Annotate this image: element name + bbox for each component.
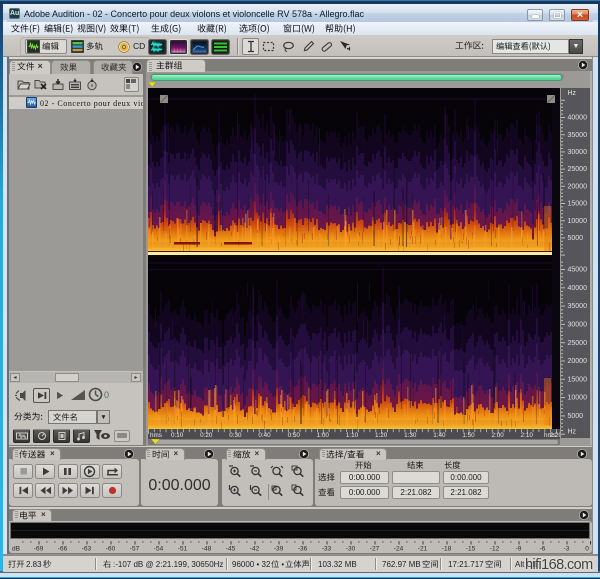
svg-text:-57: -57 xyxy=(129,545,139,552)
svg-text:-6: -6 xyxy=(539,545,545,552)
svg-text:10000: 10000 xyxy=(567,395,587,402)
svg-text:35000: 35000 xyxy=(567,132,587,139)
svg-text:20000: 20000 xyxy=(567,358,587,365)
svg-text:-69: -69 xyxy=(33,545,43,552)
svg-text:20000: 20000 xyxy=(567,183,587,190)
svg-text:45000: 45000 xyxy=(567,267,587,274)
svg-text:-39: -39 xyxy=(273,545,283,552)
svg-text:-27: -27 xyxy=(369,545,379,552)
svg-text:-66: -66 xyxy=(57,545,67,552)
svg-text:25000: 25000 xyxy=(567,166,587,173)
svg-text:15000: 15000 xyxy=(567,376,587,383)
svg-text:-54: -54 xyxy=(153,545,163,552)
svg-text:-15: -15 xyxy=(465,545,475,552)
svg-text:-63: -63 xyxy=(81,545,91,552)
svg-text:-45: -45 xyxy=(225,545,235,552)
svg-text:40000: 40000 xyxy=(567,285,587,292)
svg-text:-12: -12 xyxy=(489,545,499,552)
svg-text:30000: 30000 xyxy=(567,322,587,329)
svg-text:-42: -42 xyxy=(249,545,259,552)
svg-text:-3: -3 xyxy=(563,545,569,552)
svg-text:-24: -24 xyxy=(393,545,403,552)
svg-text:Hz: Hz xyxy=(567,90,576,97)
svg-text:15000: 15000 xyxy=(567,201,587,208)
svg-text:0: 0 xyxy=(585,545,589,552)
svg-text:10000: 10000 xyxy=(567,218,587,225)
svg-text:40000: 40000 xyxy=(567,115,587,122)
svg-text:5000: 5000 xyxy=(567,413,583,420)
svg-text:-18: -18 xyxy=(441,545,451,552)
svg-text:-30: -30 xyxy=(345,545,355,552)
svg-text:Hz: Hz xyxy=(567,429,576,436)
svg-text:-21: -21 xyxy=(417,545,427,552)
svg-text:30000: 30000 xyxy=(567,149,587,156)
svg-text:-60: -60 xyxy=(105,545,115,552)
svg-text:-33: -33 xyxy=(321,545,331,552)
svg-text:25000: 25000 xyxy=(567,340,587,347)
svg-text:-9: -9 xyxy=(515,545,521,552)
svg-text:-48: -48 xyxy=(201,545,211,552)
svg-text:-51: -51 xyxy=(177,545,187,552)
svg-text:-36: -36 xyxy=(297,545,307,552)
svg-text:5000: 5000 xyxy=(567,235,583,242)
svg-text:35000: 35000 xyxy=(567,303,587,310)
svg-text:dB: dB xyxy=(12,545,20,552)
